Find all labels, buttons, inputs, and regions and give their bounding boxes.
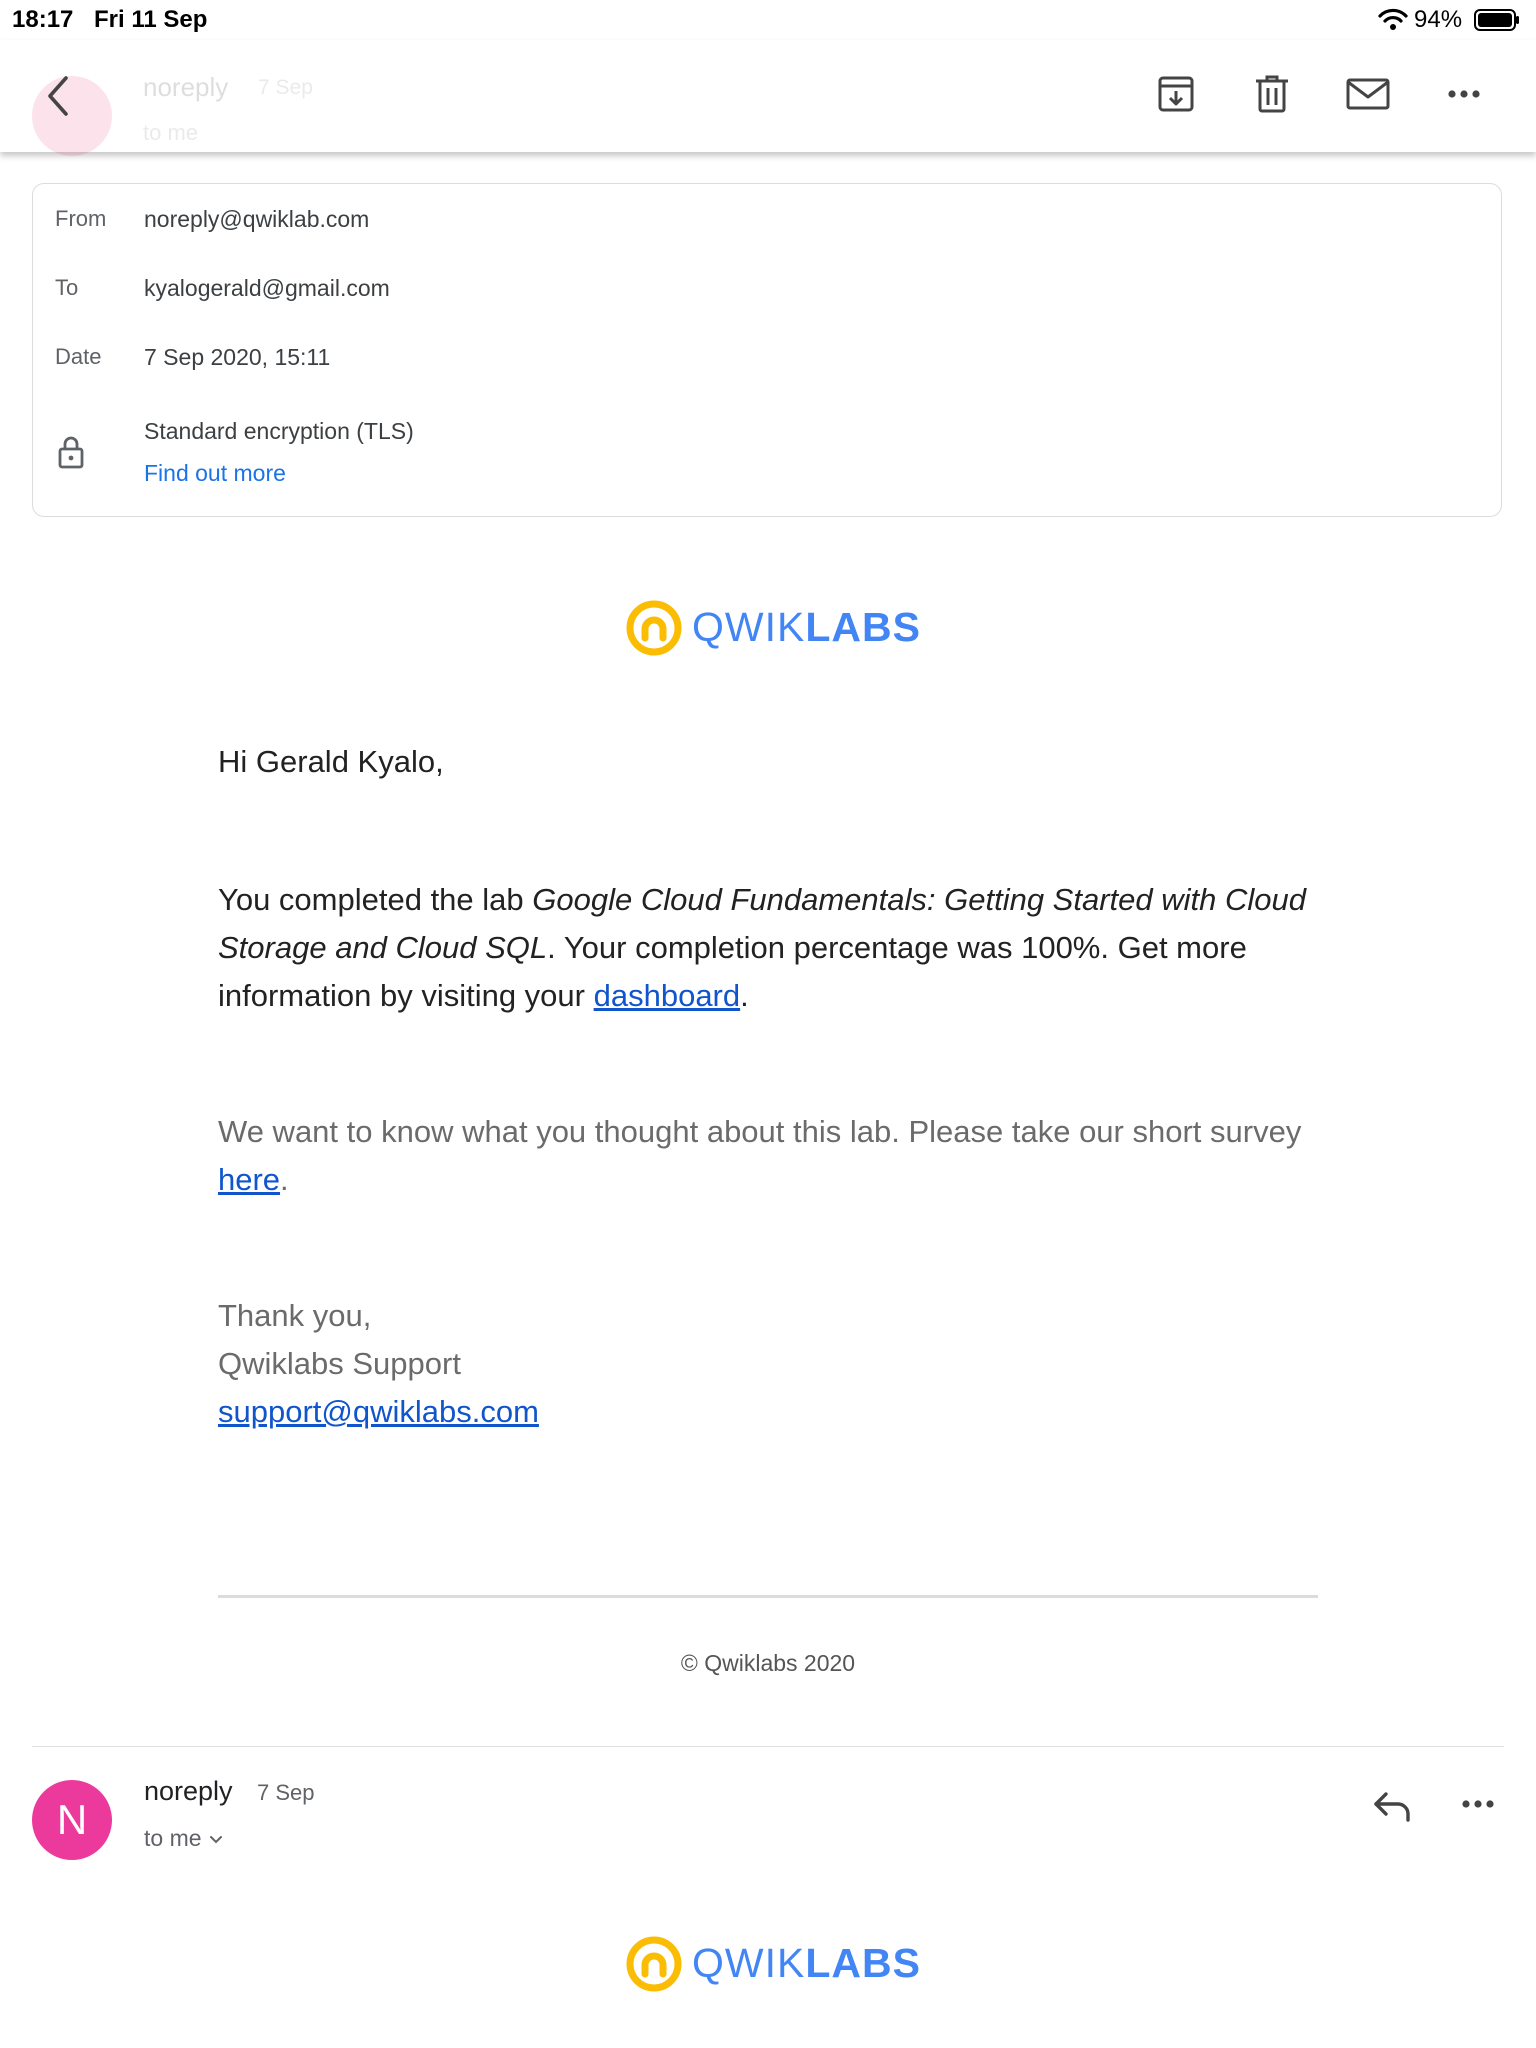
logo-text-part2: LABS	[805, 604, 921, 650]
message-details-card: From noreply@qwiklab.com To kyalogerald@…	[32, 183, 1502, 517]
qwiklabs-logo: QWIKLABS	[626, 598, 926, 658]
date-label: Date	[55, 344, 102, 369]
recipient-details-toggle[interactable]: to me	[144, 1825, 224, 1852]
scrolled-header-ghost: noreply 7 Sep to me	[0, 40, 1536, 156]
signoff-block: Thank you, Qwiklabs Support support@qwik…	[218, 1292, 1318, 1436]
completion-prefix: You completed the lab	[218, 882, 533, 917]
copyright-text: © Qwiklabs 2020	[680, 1650, 856, 1676]
ghost-sender: noreply	[143, 72, 229, 102]
logo-wordmark: QWIKLABS	[692, 604, 921, 651]
status-bar: 18:17 Fri 11 Sep 94%	[0, 0, 1536, 40]
qwiklabs-logo-second: QWIKLABS	[626, 1934, 926, 1994]
message-date: 7 Sep	[257, 1780, 315, 1805]
survey-paragraph: We want to know what you thought about t…	[218, 1108, 1318, 1204]
qwiklabs-logo-icon	[626, 1936, 682, 1992]
greeting-text: Hi Gerald Kyalo,	[218, 744, 444, 779]
message-more-icon[interactable]	[1456, 1788, 1500, 1820]
thread-divider	[32, 1746, 1504, 1747]
completion-period: .	[740, 978, 749, 1013]
trash-icon[interactable]	[1248, 70, 1296, 118]
back-arrow-icon[interactable]	[36, 68, 84, 124]
survey-period: .	[280, 1162, 289, 1197]
find-out-more-link[interactable]: Find out more	[144, 460, 286, 487]
battery-percent: 94%	[1414, 6, 1463, 33]
to-label: To	[55, 275, 79, 300]
status-date: Fri 11 Sep	[94, 6, 208, 33]
message-toolbar: noreply 7 Sep to me	[0, 40, 1536, 156]
logo-text-part1: QWIK	[692, 1940, 806, 1986]
footer-divider	[218, 1595, 1318, 1598]
from-label: From	[55, 206, 107, 231]
support-email-link[interactable]: support@qwiklabs.com	[218, 1394, 539, 1429]
ghost-to: to me	[143, 120, 199, 145]
sender-name[interactable]: noreply	[144, 1776, 233, 1807]
reply-icon[interactable]	[1370, 1784, 1414, 1828]
date-value: 7 Sep 2020, 15:11	[144, 344, 331, 370]
support-team-name: Qwiklabs Support	[218, 1346, 461, 1381]
archive-icon[interactable]	[1152, 70, 1200, 118]
completion-paragraph: You completed the lab Google Cloud Funda…	[218, 876, 1318, 1020]
email-page: 18:17 Fri 11 Sep 94% noreply 7 Sep to me	[0, 0, 1536, 2048]
logo-text-part1: QWIK	[692, 604, 806, 650]
more-horizontal-icon[interactable]	[1440, 70, 1488, 118]
lock-icon	[58, 436, 84, 469]
chevron-down-icon	[209, 1835, 222, 1844]
qwiklabs-logo-icon	[626, 600, 682, 656]
logo-wordmark: QWIKLABS	[692, 1940, 921, 1987]
wifi-icon	[1378, 8, 1408, 30]
survey-prefix: We want to know what you thought about t…	[218, 1114, 1302, 1149]
dashboard-link[interactable]: dashboard	[594, 978, 741, 1013]
to-me-text: to me	[144, 1825, 202, 1851]
to-address[interactable]: kyalogerald@gmail.com	[144, 275, 390, 302]
logo-text-part2: LABS	[805, 1940, 921, 1986]
status-time: 18:17	[12, 6, 74, 33]
avatar[interactable]: N	[32, 1780, 112, 1860]
survey-here-link[interactable]: here	[218, 1162, 280, 1197]
from-address[interactable]: noreply@qwiklab.com	[144, 206, 369, 233]
encryption-text: Standard encryption (TLS)	[144, 418, 414, 444]
thanks-text: Thank you,	[218, 1298, 372, 1333]
ghost-date: 7 Sep	[258, 76, 313, 99]
battery-icon	[1474, 9, 1519, 31]
mail-icon[interactable]	[1344, 70, 1392, 118]
